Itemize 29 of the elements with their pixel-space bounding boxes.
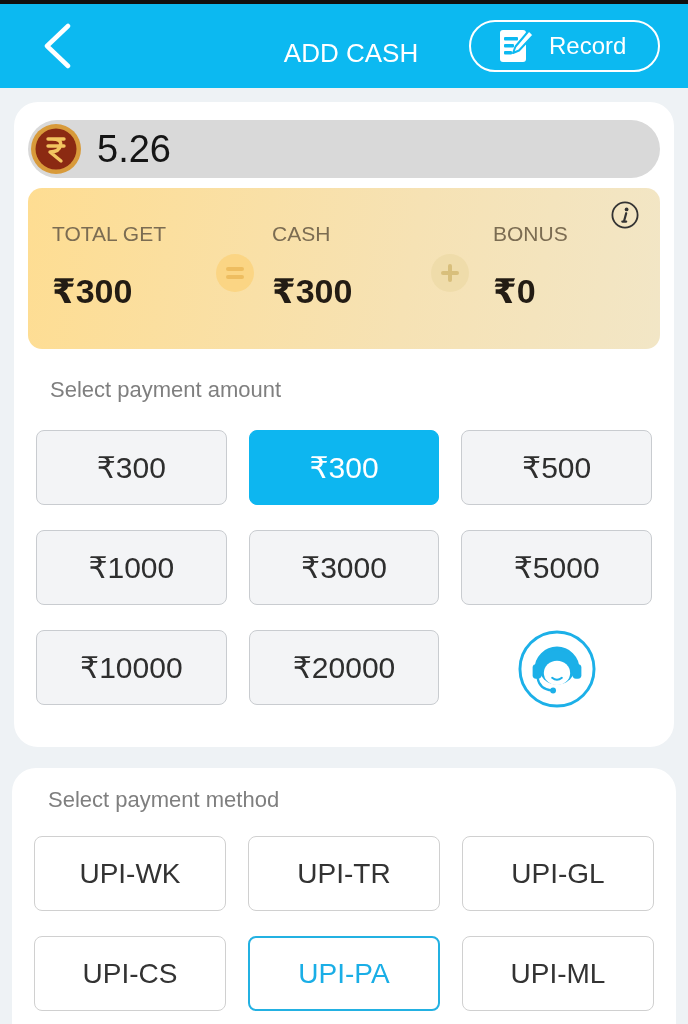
summary-label: TOTAL GET xyxy=(52,221,166,247)
payment-method-option[interactable]: UPI-GL xyxy=(462,836,654,911)
payment-method-option[interactable]: UPI-ML xyxy=(462,936,654,1011)
summary-value: ₹300 xyxy=(272,271,353,311)
section-label: Select payment amount xyxy=(50,377,282,403)
payment-method-option[interactable]: UPI-CS xyxy=(34,936,226,1011)
equals-icon xyxy=(216,253,254,292)
page-title: ADD CASH xyxy=(283,36,419,69)
payment-method-option[interactable]: UPI-WK xyxy=(34,836,226,911)
info-icon[interactable] xyxy=(611,201,639,229)
amount-option[interactable]: ₹5000 xyxy=(461,530,652,605)
amount-option[interactable]: ₹10000 xyxy=(36,630,227,705)
amount-option[interactable]: ₹500 xyxy=(461,430,652,505)
section-label: Select payment method xyxy=(48,787,280,813)
amount-option[interactable]: ₹3000 xyxy=(248,530,440,605)
summary-value: ₹300 xyxy=(52,271,133,311)
back-icon[interactable] xyxy=(42,23,72,69)
summary-value: ₹0 xyxy=(493,271,536,311)
amount-option[interactable]: ₹1000 xyxy=(36,530,227,605)
summary-label: CASH xyxy=(272,221,331,247)
amount-option[interactable]: ₹20000 xyxy=(248,630,440,705)
payment-method-option[interactable]: UPI-TR xyxy=(248,836,440,911)
support-agent-icon[interactable] xyxy=(517,630,596,708)
plus-icon xyxy=(431,253,469,292)
summary-label: BONUS xyxy=(493,221,568,247)
rupee-coin-icon xyxy=(30,123,82,175)
balance-amount: 5.26 xyxy=(97,127,171,171)
notepad-pencil-icon xyxy=(499,29,535,63)
amount-option[interactable]: ₹300 xyxy=(36,430,227,505)
